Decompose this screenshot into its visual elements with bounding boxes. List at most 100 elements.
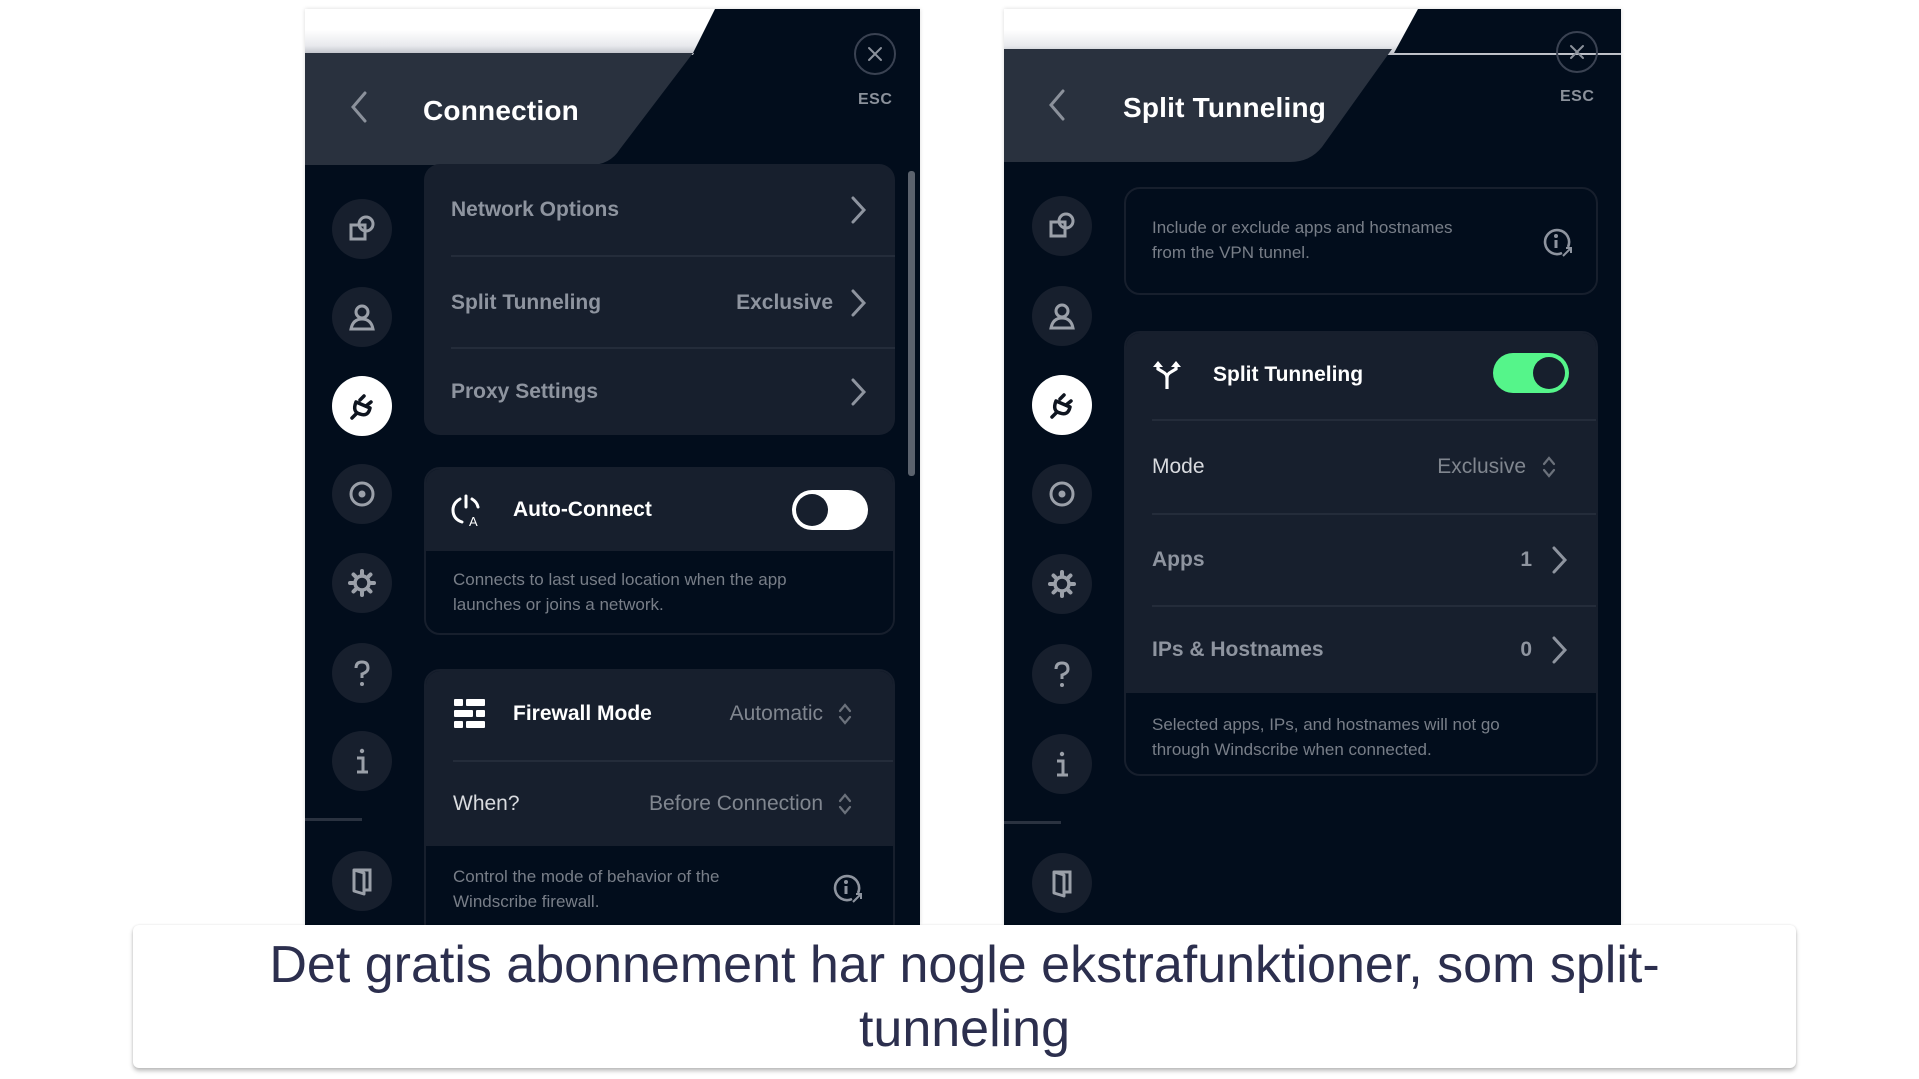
chevron-right-icon [1552,636,1568,664]
description-line: through Windscribe when connected. [1152,740,1432,759]
svg-text:A: A [469,514,478,527]
esc-label: ESC [1560,88,1595,105]
back-button[interactable] [345,87,375,127]
help-icon [1054,661,1070,687]
firewall-mode-label: Firewall Mode [513,702,652,725]
close-icon [1570,45,1584,59]
sidebar-item-help[interactable] [332,643,392,703]
ips-hostnames-label: IPs & Hostnames [1152,638,1324,661]
sidebar-item-general[interactable] [332,199,392,259]
sidebar-item-account[interactable] [332,287,392,347]
info-link-icon[interactable] [830,871,864,905]
firewall-mode-row[interactable]: Firewall Mode Automatic [426,671,893,757]
close-icon [868,47,882,61]
apps-count: 1 [1520,548,1532,571]
description-line: Include or exclude apps and hostnames [1152,218,1453,237]
info-icon [357,748,368,774]
menu-item-proxy-settings[interactable]: Proxy Settings [424,349,895,435]
chevron-right-icon [851,196,867,224]
firewall-when-label: When? [453,792,520,815]
chevron-left-icon [351,91,367,123]
general-icon [349,215,375,241]
toggle-knob [1533,357,1565,389]
sidebar-item-account[interactable] [1032,286,1092,346]
split-tunneling-card: Split Tunneling Mode Exclusive Apps 1 IP… [1124,331,1598,776]
split-tunneling-label: Split Tunneling [1213,363,1364,386]
logout-door-icon [1052,870,1072,898]
account-icon [1049,303,1075,330]
auto-connect-toggle[interactable] [792,490,868,530]
sidebar-item-logout[interactable] [332,851,392,911]
connection-plug-icon [1050,393,1073,419]
gear-icon [1048,570,1076,598]
account-icon [349,304,375,331]
auto-connect-label: Auto-Connect [513,498,652,521]
firewall-mode-value[interactable]: Automatic [730,702,823,726]
menu-item-split-tunneling[interactable]: Split Tunneling Exclusive [424,257,895,348]
sidebar-item-general[interactable] [1032,196,1092,256]
description-line: from the VPN tunnel. [1152,243,1310,262]
mode-row[interactable]: Mode Exclusive [1126,421,1596,513]
split-tunneling-window: Split Tunneling ESC Include or exclude a… [1004,9,1621,925]
sidebar-item-connection[interactable] [332,376,392,436]
auto-connect-description: Connects to last used location when the … [453,567,787,617]
sidebar-item-logout[interactable] [1032,853,1092,913]
connection-plug-icon [350,394,373,420]
description-line: Control the mode of behavior of the [453,867,720,886]
chevron-right-icon [851,378,867,406]
split-tunneling-info-text: Include or exclude apps and hostnames fr… [1152,215,1453,265]
close-button[interactable] [854,33,896,75]
split-tunneling-mode-value: Exclusive [736,290,833,314]
menu-item-network-options[interactable]: Network Options [424,164,895,256]
split-arrows-icon [1153,361,1181,389]
sidebar-item-preferences[interactable] [332,553,392,613]
split-tunneling-toggle[interactable] [1493,353,1569,393]
firewall-when-row[interactable]: When? Before Connection [426,762,893,846]
menu-item-label: Network Options [451,198,620,221]
scrollbar-thumb[interactable] [908,171,915,476]
sidebar-item-about[interactable] [1032,734,1092,794]
description-line: Windscribe firewall. [453,892,600,911]
connection-settings-window: Connection ESC Network Options Split Tun… [305,9,920,925]
sidebar-divider [305,818,362,821]
auto-connect-card: A Auto-Connect Connects to last used loc… [424,467,895,635]
robert-icon [349,481,375,507]
ips-hostnames-count: 0 [1520,638,1532,661]
auto-connect-icon: A [451,494,480,527]
description-line: Connects to last used location when the … [453,570,787,589]
menu-item-label: Split Tunneling [451,290,602,314]
firewall-when-value[interactable]: Before Connection [649,792,823,816]
firewall-brick-icon [454,699,485,728]
chevron-right-icon [1552,546,1568,574]
esc-label: ESC [858,91,893,108]
apps-label: Apps [1152,548,1205,571]
sidebar-item-preferences[interactable] [1032,554,1092,614]
ips-hostnames-row[interactable]: IPs & Hostnames 0 [1126,607,1596,693]
mode-value[interactable]: Exclusive [1437,455,1526,479]
firewall-description: Control the mode of behavior of the Wind… [453,864,720,914]
sidebar-item-robert[interactable] [1032,464,1092,524]
connection-menu-card: Network Options Split Tunneling Exclusiv… [424,164,895,435]
sidebar-item-robert[interactable] [332,464,392,524]
description-line: launches or joins a network. [453,595,664,614]
info-icon [1057,751,1068,777]
robert-icon [1049,481,1075,507]
gear-icon [348,569,376,597]
apps-row[interactable]: Apps 1 [1126,515,1596,605]
sidebar-item-about[interactable] [332,731,392,791]
page-title: Connection [423,95,579,126]
sidebar-item-help[interactable] [1032,644,1092,704]
chevron-right-icon [851,289,867,316]
menu-item-label: Proxy Settings [451,380,599,403]
back-button[interactable] [1043,85,1073,125]
close-button[interactable] [1556,31,1598,73]
sidebar-divider [1004,821,1061,824]
firewall-card: Firewall Mode Automatic When? Before Con… [424,669,895,925]
split-tunneling-info-card: Include or exclude apps and hostnames fr… [1124,187,1598,295]
updown-chevron-icon [1542,456,1556,478]
header-diagonal-cut [1394,9,1621,53]
logout-door-icon [352,868,372,896]
info-link-icon[interactable] [1540,225,1574,259]
header-diagonal-cut [693,9,920,55]
sidebar-item-connection[interactable] [1032,375,1092,435]
